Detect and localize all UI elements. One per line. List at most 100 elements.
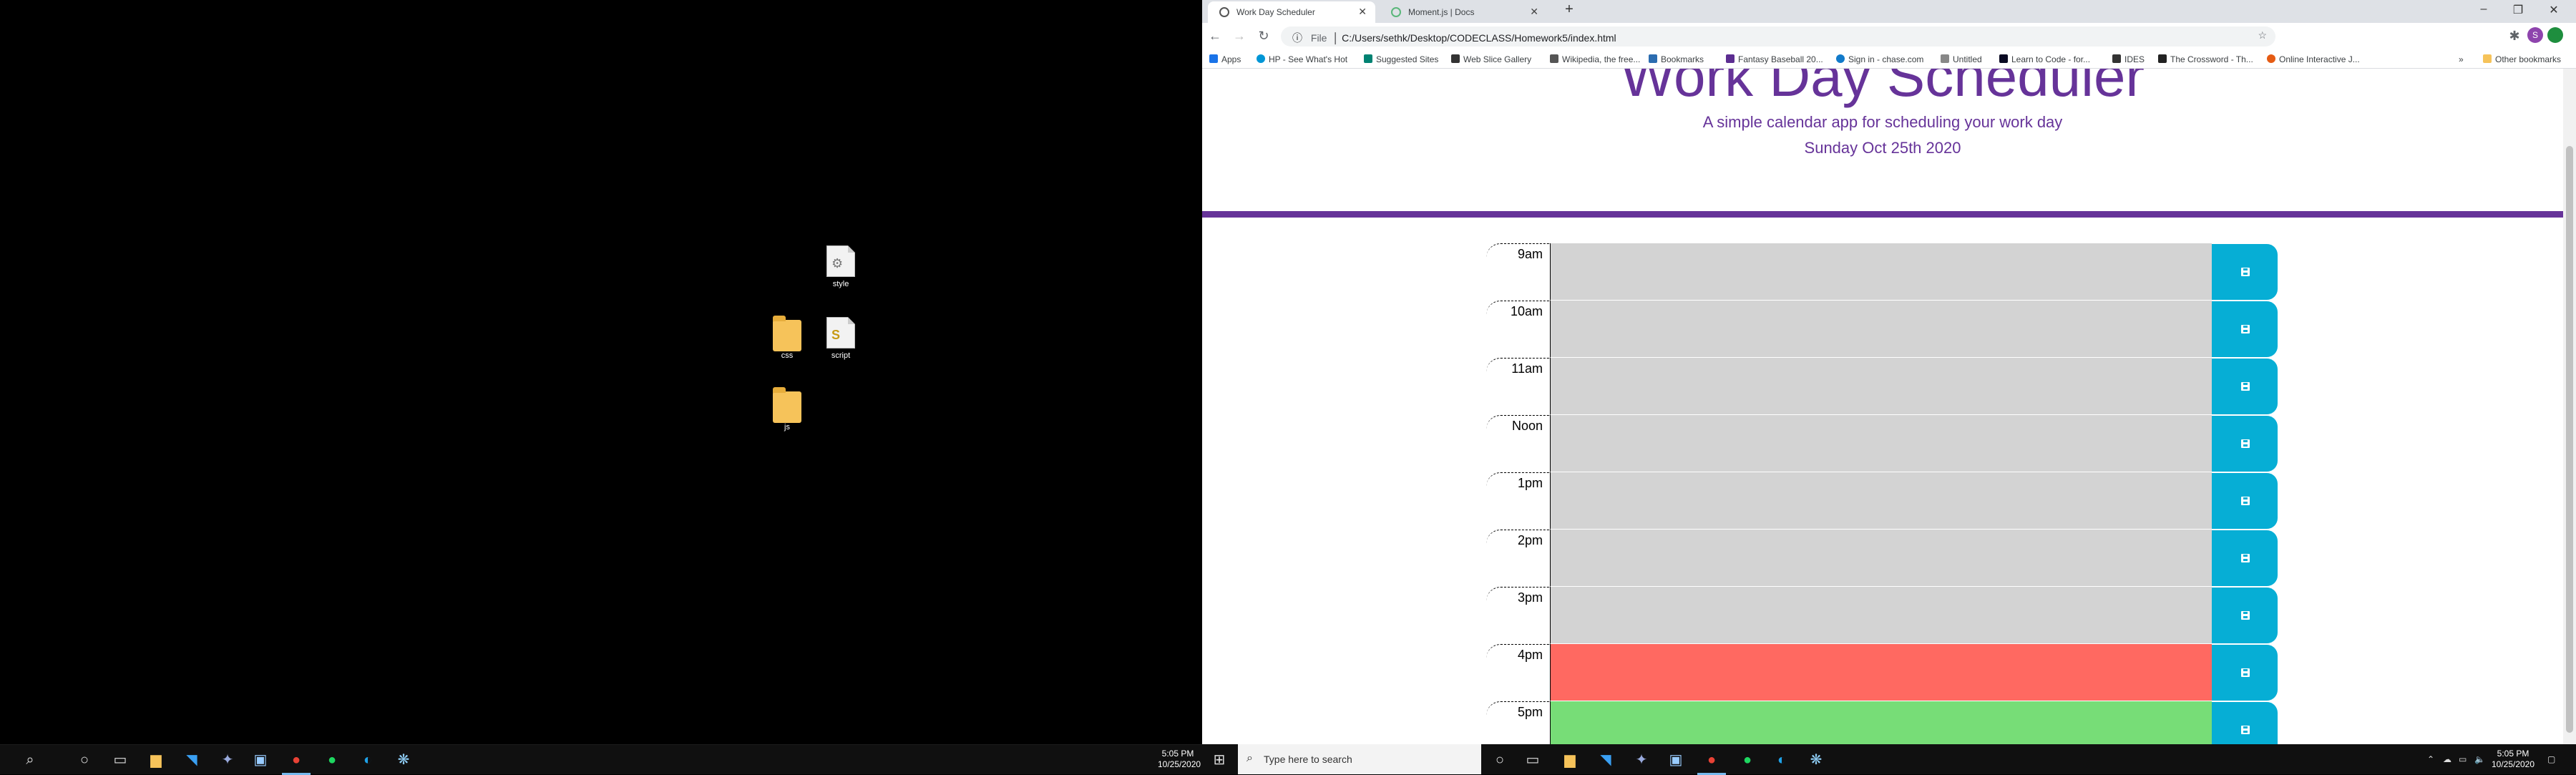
- desktop-folder-js[interactable]: js: [762, 387, 812, 432]
- windows-start-icon[interactable]: ⊞: [1211, 751, 1228, 769]
- bookmark-item[interactable]: Untitled: [1941, 54, 1982, 64]
- maximize-icon[interactable]: ❐: [2502, 3, 2534, 17]
- taskbar-left: [0, 744, 1202, 774]
- info-icon[interactable]: ⓘ: [1292, 32, 1302, 44]
- network-icon[interactable]: ▭: [2459, 754, 2467, 764]
- profile-avatar[interactable]: S: [2527, 27, 2543, 43]
- event-description-input[interactable]: [1550, 358, 2212, 415]
- save-button[interactable]: [2212, 416, 2278, 472]
- taskbar-search-box[interactable]: ⌕ Type here to search: [1238, 744, 1481, 774]
- address-url: C:/Users/sethk/Desktop/CODECLASS/Homewor…: [1342, 32, 1616, 44]
- event-description-input[interactable]: [1550, 644, 2212, 701]
- bookmark-item[interactable]: Online Interactive J...: [2267, 54, 2360, 64]
- task-view-icon[interactable]: ▭: [112, 751, 129, 769]
- search-icon[interactable]: ⌕: [21, 751, 39, 769]
- save-button[interactable]: [2212, 588, 2278, 643]
- event-description-input[interactable]: [1550, 530, 2212, 587]
- desktop-icon-label: js: [784, 423, 790, 432]
- app-window-icon[interactable]: ▣: [1667, 751, 1684, 769]
- save-button[interactable]: [2212, 359, 2278, 414]
- bookmark-item[interactable]: Fantasy Baseball 20...: [1726, 54, 1823, 64]
- browser-window: Work Day Scheduler ✕ Moment.js | Docs ✕ …: [1202, 0, 2576, 744]
- page-title: Work Day Scheduler: [1620, 69, 2145, 108]
- time-block-row: 4pm: [1486, 644, 2278, 701]
- close-window-icon[interactable]: ✕: [2537, 3, 2570, 17]
- save-button[interactable]: [2212, 702, 2278, 744]
- scroll-thumb[interactable]: [2566, 146, 2573, 733]
- task-view-icon[interactable]: ▭: [1524, 751, 1541, 769]
- vscode-icon[interactable]: ◥: [183, 751, 200, 769]
- steam-icon[interactable]: ✦: [1633, 751, 1650, 769]
- bookmark-item[interactable]: HP - See What's Hot: [1257, 54, 1347, 64]
- event-description-input[interactable]: [1550, 243, 2212, 301]
- event-description-input[interactable]: [1550, 472, 2212, 530]
- close-tab-icon[interactable]: ✕: [1530, 6, 1538, 18]
- file-explorer-icon[interactable]: ▆: [147, 751, 165, 769]
- spotify-icon[interactable]: ●: [1739, 751, 1756, 769]
- page-scrollbar[interactable]: [2563, 69, 2576, 744]
- desktop-icon-label: css: [781, 351, 794, 360]
- save-button[interactable]: [2212, 301, 2278, 357]
- bookmark-item[interactable]: Bookmarks: [1649, 54, 1704, 64]
- chrome-icon[interactable]: ●: [282, 751, 311, 775]
- app-icon[interactable]: ❋: [1807, 751, 1825, 769]
- cloud-icon[interactable]: ☁: [2443, 754, 2451, 764]
- tab-moment-docs[interactable]: Moment.js | Docs ✕: [1380, 1, 1547, 23]
- save-disk-icon: [2241, 382, 2250, 391]
- notifications-icon[interactable]: ▢: [2547, 754, 2555, 764]
- other-bookmarks[interactable]: Other bookmarks: [2483, 54, 2561, 64]
- desktop-file-script[interactable]: S script: [816, 317, 866, 360]
- spotify-icon[interactable]: ●: [323, 751, 341, 769]
- edge-icon[interactable]: ◐: [359, 751, 376, 769]
- bookmark-item[interactable]: Learn to Code - for...: [1999, 54, 2090, 64]
- save-button[interactable]: [2212, 473, 2278, 529]
- new-tab-icon[interactable]: +: [1553, 1, 1586, 18]
- save-button[interactable]: [2212, 645, 2278, 701]
- edge-icon[interactable]: ◐: [1773, 751, 1790, 769]
- minimize-icon[interactable]: –: [2467, 3, 2500, 16]
- clock-time: 5:05 PM: [1161, 749, 1194, 759]
- file-explorer-icon[interactable]: ▆: [1561, 751, 1579, 769]
- extensions-icon[interactable]: ✱: [2506, 29, 2523, 44]
- back-icon[interactable]: ←: [1206, 29, 1224, 44]
- event-description-input[interactable]: [1550, 415, 2212, 472]
- star-icon[interactable]: ☆: [2258, 29, 2267, 42]
- bookmark-item[interactable]: IDES: [2112, 54, 2145, 64]
- event-description-input[interactable]: [1550, 701, 2212, 744]
- steam-icon[interactable]: ✦: [219, 751, 236, 769]
- vscode-icon[interactable]: ◥: [1597, 751, 1614, 769]
- reload-icon[interactable]: ↻: [1255, 29, 1272, 44]
- bookmark-item[interactable]: The Crossword - Th...: [2158, 54, 2253, 64]
- tray-chevron-icon[interactable]: ⌃: [2427, 754, 2434, 764]
- forward-icon[interactable]: →: [1231, 29, 1248, 44]
- taskbar-clock[interactable]: 5:05 PM 10/25/2020: [1158, 749, 1201, 770]
- desktop-file-style[interactable]: ⚙ style: [816, 245, 866, 288]
- bookmark-item[interactable]: Suggested Sites: [1364, 54, 1438, 64]
- chrome-icon[interactable]: ●: [1697, 751, 1726, 775]
- cortana-icon[interactable]: ○: [76, 751, 93, 769]
- time-block-row: 3pm: [1486, 587, 2278, 644]
- app-window-icon[interactable]: ▣: [252, 751, 269, 769]
- desktop-folder-css[interactable]: css: [762, 316, 812, 360]
- save-button[interactable]: [2212, 530, 2278, 586]
- time-block-row: 10am: [1486, 301, 2278, 358]
- apps-grid-icon: [1209, 54, 1218, 63]
- bookmark-item[interactable]: Sign in - chase.com: [1836, 54, 1923, 64]
- app-icon[interactable]: ❋: [395, 751, 412, 769]
- bookmark-item[interactable]: Web Slice Gallery: [1451, 54, 1531, 64]
- bookmarks-overflow-icon[interactable]: »: [2459, 54, 2464, 64]
- save-button[interactable]: [2212, 244, 2278, 300]
- bookmark-item[interactable]: Apps: [1209, 54, 1241, 64]
- event-description-input[interactable]: [1550, 301, 2212, 358]
- star-bookmark-icon: [1649, 54, 1657, 63]
- address-bar[interactable]: ⓘ File │ C:/Users/sethk/Desktop/CODECLASS…: [1281, 26, 2275, 47]
- close-tab-icon[interactable]: ✕: [1358, 6, 1367, 18]
- volume-icon[interactable]: 🔈: [2474, 754, 2485, 764]
- event-description-input[interactable]: [1550, 587, 2212, 644]
- cortana-icon[interactable]: ○: [1491, 751, 1508, 769]
- update-icon[interactable]: [2547, 27, 2563, 43]
- bookmark-item[interactable]: Wikipedia, the free...: [1550, 54, 1640, 64]
- tab-work-day-scheduler[interactable]: Work Day Scheduler ✕: [1208, 1, 1375, 23]
- address-scheme: File: [1310, 32, 1327, 44]
- taskbar-clock[interactable]: 5:05 PM 10/25/2020: [2490, 749, 2536, 770]
